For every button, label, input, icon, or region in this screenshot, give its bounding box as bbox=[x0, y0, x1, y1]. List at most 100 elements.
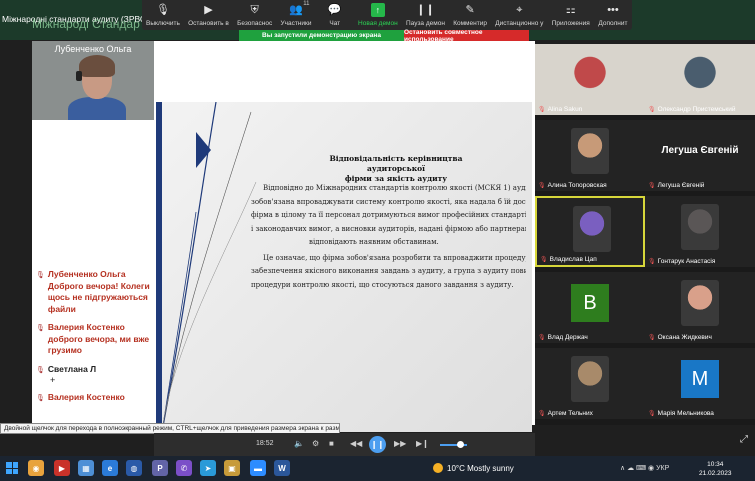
muted-mic-icon: 🎙 bbox=[538, 183, 546, 189]
toolbar-annotate-button[interactable]: ✎ Комментир bbox=[453, 0, 487, 30]
self-video[interactable]: Лубенченко Ольга bbox=[32, 41, 154, 120]
toolbar-label: Безопаснос bbox=[237, 20, 273, 27]
toolbar-label: Комментир bbox=[453, 20, 487, 27]
participant-tile[interactable]: 🎙 Гонтарук Анастасія bbox=[645, 196, 755, 267]
presentation-slide: Відповідальність керівництва аудиторсько… bbox=[156, 102, 532, 432]
chat-reaction: + bbox=[50, 375, 56, 385]
toolbar-pause-button[interactable]: ❙❙ Пауза демон bbox=[406, 0, 445, 30]
participants-icon: 👥 bbox=[289, 3, 303, 16]
start-button[interactable] bbox=[6, 462, 18, 474]
participant-tile[interactable]: M 🎙 Марія Мельникова bbox=[645, 348, 755, 419]
slide-text-line: фірма в цілому та її персонал дотримують… bbox=[251, 211, 526, 219]
slide-text-line: Це означає, що фірма зобов'язана розроби… bbox=[263, 253, 526, 262]
participant-name-text: Артем Тельних bbox=[547, 410, 593, 417]
muted-mic-icon: 🎙 bbox=[538, 107, 546, 113]
shared-screen[interactable]: Відповідальність керівництва аудиторсько… bbox=[154, 41, 535, 432]
pause-play-button[interactable]: ❙❙ bbox=[369, 436, 386, 453]
participant-tile[interactable]: 🎙 Владислав Цап bbox=[535, 196, 645, 267]
participant-name-text: Алина Топоровская bbox=[547, 182, 607, 189]
participant-tile[interactable]: 🎙 Оксана Жидкевич bbox=[645, 272, 755, 343]
person-hair bbox=[79, 55, 115, 77]
toolbar-label: Чат bbox=[329, 20, 341, 27]
participant-tile[interactable]: Легуша Євгеній 🎙 Легуша Євгеній bbox=[645, 120, 755, 191]
toolbar-remote-control-button[interactable]: ⌖ Дистанционно у bbox=[495, 0, 543, 30]
slide-side-bar bbox=[156, 102, 162, 432]
participant-tile[interactable]: 🎙 Алина Топоровская bbox=[535, 120, 645, 191]
volume-knob[interactable] bbox=[457, 441, 464, 448]
toolbar-more-button[interactable]: ••• Дополнит bbox=[598, 0, 628, 30]
chat-user-icon: 🎙 bbox=[36, 395, 45, 402]
zoom-icon[interactable]: ▬ bbox=[250, 460, 266, 476]
p-app-icon[interactable]: P bbox=[152, 460, 168, 476]
media-icon[interactable]: ▶ bbox=[54, 460, 70, 476]
toolbar-label: Новая демон bbox=[358, 20, 398, 27]
toolbar-shield-button[interactable]: ⛨ Безопаснос bbox=[237, 0, 272, 30]
toolbar-label: Участники bbox=[280, 20, 312, 27]
next-icon[interactable]: ▶❙ bbox=[416, 439, 429, 448]
chat-user-icon: 🎙 bbox=[36, 272, 45, 279]
toolbar-label: Приложения bbox=[551, 20, 590, 27]
participant-photo bbox=[571, 128, 609, 174]
share-screen-icon: ↑ bbox=[370, 3, 385, 17]
share-status: Вы запустили демонстрацию экрана bbox=[239, 30, 404, 41]
stop-share-button[interactable]: Остановить совместное использование bbox=[404, 29, 529, 43]
chat-message-text: Валерия Костенко доброго вечора, ми вже … bbox=[47, 322, 150, 355]
edge-icon[interactable]: e bbox=[102, 460, 118, 476]
muted-mic-icon: 🎙 bbox=[540, 257, 548, 263]
expand-icon[interactable]: ⤢ bbox=[740, 434, 748, 445]
chat-message: 🎙 Валерия Костенко bbox=[32, 390, 154, 409]
chrome-icon[interactable]: ◉ bbox=[28, 460, 44, 476]
chat-message-text: Лубенченко Ольга Доброго вечора! Колеги … bbox=[47, 269, 150, 314]
fast-forward-icon[interactable]: ▶▶ bbox=[394, 439, 406, 448]
screen-share-banner: Вы запустили демонстрацию экрана Останов… bbox=[239, 29, 529, 43]
files-icon[interactable]: ▦ bbox=[78, 460, 94, 476]
slides-icon[interactable]: ▣ bbox=[224, 460, 240, 476]
rewind-icon[interactable]: ◀◀ bbox=[350, 439, 362, 448]
toolbar-share-screen-button[interactable]: ↑ Новая демон bbox=[358, 0, 398, 30]
left-panel: Лубенченко Ольга 🎙 Лубенченко Ольга Добро… bbox=[32, 41, 154, 425]
screen: Міжнародні стандарти аудиту (ЗРВС) Відкр… bbox=[0, 0, 755, 481]
toolbar-video-camera-button[interactable]: ▶ Остановить в bbox=[188, 0, 229, 30]
clock[interactable]: 10:34 21.02.2023 bbox=[699, 460, 732, 478]
toolbar-chat-button[interactable]: 💬 Чат bbox=[320, 0, 350, 30]
more-icon: ••• bbox=[607, 3, 619, 16]
toolbar-label: Выключить bbox=[146, 20, 180, 27]
participant-video bbox=[535, 44, 645, 115]
chat-message: 🎙 Лубенченко Ольга Доброго вечора! Колеги… bbox=[32, 267, 154, 320]
settings-icon[interactable]: ⚙ bbox=[312, 439, 319, 448]
participant-tile[interactable]: 🎙 Артем Тельних bbox=[535, 348, 645, 419]
chat-message: 🎙 Валерия Костенко доброго вечора, ми вже… bbox=[32, 320, 154, 362]
slide-text-line: процедури контролю якості, що стосуються… bbox=[251, 280, 514, 289]
muted-mic-icon: 🎙 bbox=[648, 259, 656, 265]
participant-photo bbox=[681, 280, 719, 326]
participant-name: 🎙 Гонтарук Анастасія bbox=[648, 258, 715, 265]
speaker-icon[interactable]: 🔈 bbox=[294, 439, 304, 448]
word-icon[interactable]: W bbox=[274, 460, 290, 476]
participant-photo bbox=[573, 206, 611, 252]
weather-widget[interactable]: 10°C Mostly sunny bbox=[433, 463, 514, 473]
participant-tile[interactable]: 🎙 Alina Sakun bbox=[535, 44, 645, 115]
muted-mic-icon: 🎙 bbox=[648, 411, 656, 417]
participant-tile[interactable]: 🎙 Олександр Пристемський bbox=[645, 44, 755, 115]
muted-mic-icon: 🎙 bbox=[538, 335, 546, 341]
self-video-name: Лубенченко Ольга bbox=[54, 44, 132, 54]
toolbar-apps-button[interactable]: ⚏ Приложения bbox=[552, 0, 590, 30]
chat-list: 🎙 Лубенченко Ольга Доброго вечора! Колеги… bbox=[32, 267, 154, 409]
participant-avatar: B bbox=[571, 284, 609, 322]
toolbar-participants-button[interactable]: 👥 Участники 11 bbox=[280, 0, 311, 30]
viber-icon[interactable]: ✆ bbox=[176, 460, 192, 476]
stop-icon[interactable]: ■ bbox=[329, 439, 334, 448]
participant-tile[interactable]: B 🎙 Влад Держач bbox=[535, 272, 645, 343]
toolbar-label: Дистанционно у bbox=[495, 20, 544, 27]
video-camera-icon: ▶ bbox=[204, 3, 213, 16]
chat-message-text: Валерия Костенко bbox=[47, 392, 125, 402]
system-tray[interactable]: ∧ ☁ ⌨ ◉ УКР bbox=[620, 464, 669, 472]
participant-avatar: M bbox=[681, 360, 719, 398]
participant-name: 🎙 Владислав Цап bbox=[540, 256, 597, 263]
sun-icon bbox=[433, 463, 443, 473]
browser-icon[interactable]: ◍ bbox=[126, 460, 142, 476]
apps-icon: ⚏ bbox=[565, 3, 576, 16]
telegram-icon[interactable]: ➤ bbox=[200, 460, 216, 476]
toolbar-mic-button[interactable]: 🎙 Выключить bbox=[146, 0, 180, 30]
toolbar-label: Дополнит bbox=[598, 20, 628, 27]
